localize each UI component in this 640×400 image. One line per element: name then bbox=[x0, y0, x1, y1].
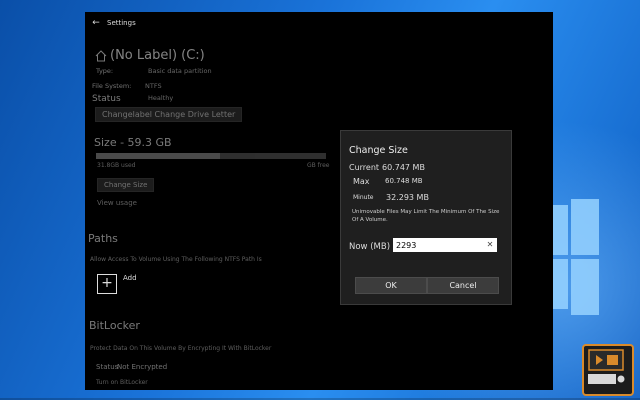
plus-icon: + bbox=[101, 275, 113, 291]
min-value: 32.293 MB bbox=[386, 193, 429, 202]
max-value: 60.748 MB bbox=[385, 177, 423, 185]
current-label: Current bbox=[349, 163, 380, 172]
retro-computer-icon bbox=[588, 349, 625, 384]
bitlocker-description: Protect Data On This Volume By Encryptin… bbox=[90, 345, 272, 352]
file-system-value: NTFS bbox=[145, 82, 162, 90]
free-text: GB free bbox=[307, 162, 330, 169]
turn-on-bitlocker-link[interactable]: Turn on BitLocker bbox=[96, 379, 148, 386]
new-size-label: Now (MB) bbox=[349, 242, 391, 252]
current-value: 60.747 MB bbox=[382, 163, 425, 172]
status-value: Healthy bbox=[148, 94, 174, 102]
bitlocker-title: BitLocker bbox=[89, 319, 140, 332]
paths-description: Allow Access To Volume Using The Followi… bbox=[90, 256, 262, 263]
add-path-button[interactable]: + bbox=[97, 274, 117, 294]
home-icon bbox=[95, 49, 107, 61]
drive-title-text: (No Label) (C:) bbox=[110, 48, 205, 63]
add-label: Add bbox=[123, 274, 137, 282]
dialog-note: Unimovable Files May Limit The Minimum O… bbox=[352, 209, 500, 223]
clear-input-icon[interactable]: ✕ bbox=[484, 238, 496, 252]
min-label: Minute bbox=[353, 194, 374, 201]
new-size-input[interactable] bbox=[393, 238, 497, 252]
drive-title: (No Label) (C:) bbox=[95, 48, 205, 63]
view-usage-link[interactable]: View usage bbox=[97, 199, 137, 207]
usage-bar bbox=[96, 153, 326, 159]
type-label: Type: bbox=[96, 67, 114, 75]
change-size-button[interactable]: Change Size bbox=[97, 178, 155, 192]
status-label: Status bbox=[92, 94, 121, 104]
site-logo-icon bbox=[582, 344, 634, 396]
used-text: 31.8GB used bbox=[97, 162, 136, 169]
bitlocker-status-value: Not Encrypted bbox=[117, 363, 168, 371]
max-label: Max bbox=[353, 177, 370, 186]
ok-button[interactable]: OK bbox=[355, 277, 427, 294]
bitlocker-status-label: Status bbox=[96, 363, 119, 371]
size-title: Size - 59.3 GB bbox=[94, 136, 172, 149]
type-value: Basic data partition bbox=[148, 67, 212, 75]
cancel-button[interactable]: Cancel bbox=[427, 277, 499, 294]
dialog-title: Change Size bbox=[349, 145, 408, 156]
paths-title: Paths bbox=[88, 232, 118, 245]
file-system-label: File System: bbox=[92, 82, 132, 90]
change-drive-letter-button[interactable]: Changelabel Change Drive Letter bbox=[95, 107, 243, 122]
usage-bar-fill bbox=[96, 153, 221, 159]
